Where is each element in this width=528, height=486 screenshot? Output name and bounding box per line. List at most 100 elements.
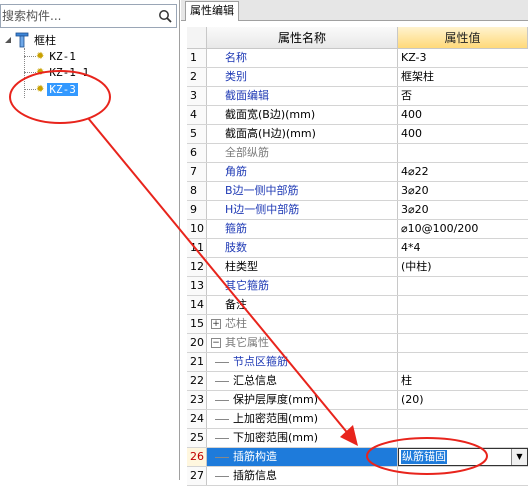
tab-property-edit[interactable]: 属性编辑: [185, 1, 239, 21]
property-name: 柱类型: [207, 258, 398, 276]
property-value[interactable]: [398, 296, 528, 314]
row-number: 27: [187, 467, 207, 485]
collapse-triangle-icon[interactable]: [4, 36, 12, 44]
property-row[interactable]: 13 其它箍筋: [187, 277, 528, 296]
row-number: 6: [187, 144, 207, 162]
row-number: 22: [187, 372, 207, 390]
collapse-icon[interactable]: −: [211, 338, 221, 348]
row-number: 10: [187, 220, 207, 238]
property-value[interactable]: [398, 410, 528, 428]
property-value[interactable]: [398, 353, 528, 371]
property-value[interactable]: [398, 429, 528, 447]
property-value[interactable]: (20): [398, 391, 528, 409]
property-value[interactable]: 否: [398, 87, 528, 105]
property-value[interactable]: 纵筋锚固 ▼: [398, 448, 528, 466]
property-name: + 芯柱: [207, 315, 398, 333]
property-row[interactable]: 23 保护层厚度(mm) (20): [187, 391, 528, 410]
property-value[interactable]: [398, 467, 528, 485]
property-row[interactable]: 8 B边一侧中部筋 3⌀20: [187, 182, 528, 201]
value-dropdown[interactable]: 纵筋锚固 ▼: [398, 448, 528, 466]
header-property-name: 属性名称: [207, 27, 398, 49]
dropdown-arrow-icon[interactable]: ▼: [511, 449, 527, 465]
property-name: 名称: [207, 49, 398, 67]
property-value[interactable]: 400: [398, 125, 528, 143]
value-dropdown-selected: 纵筋锚固: [401, 450, 447, 464]
property-value[interactable]: ⌀10@100/200: [398, 220, 528, 238]
property-row[interactable]: 22 汇总信息 柱: [187, 372, 528, 391]
search-button[interactable]: [154, 5, 176, 27]
property-name-text: 备注: [225, 298, 247, 311]
property-row[interactable]: 12 柱类型 (中柱): [187, 258, 528, 277]
property-name: 截面编辑: [207, 87, 398, 105]
property-name: 截面高(H边)(mm): [207, 125, 398, 143]
property-row[interactable]: 3 截面编辑 否: [187, 87, 528, 106]
property-name: 备注: [207, 296, 398, 314]
property-name: 插筋信息: [207, 467, 398, 485]
row-number: 9: [187, 201, 207, 219]
property-name-text: 插筋构造: [233, 450, 277, 463]
property-value[interactable]: KZ-3: [398, 49, 528, 67]
property-value[interactable]: 400: [398, 106, 528, 124]
property-value[interactable]: [398, 334, 528, 352]
tree-item[interactable]: ✹ KZ-1-1: [36, 64, 91, 80]
property-row[interactable]: 21 节点区箍筋: [187, 353, 528, 372]
property-name-text: 汇总信息: [233, 374, 277, 387]
row-number: 24: [187, 410, 207, 428]
tree-item[interactable]: ✹ KZ-1: [36, 48, 78, 64]
property-name: − 其它属性: [207, 334, 398, 352]
property-row[interactable]: 6 全部纵筋: [187, 144, 528, 163]
property-row[interactable]: 5 截面高(H边)(mm) 400: [187, 125, 528, 144]
property-value[interactable]: 4*4: [398, 239, 528, 257]
expand-icon[interactable]: +: [211, 319, 221, 329]
property-name-text: 其它属性: [225, 336, 269, 349]
property-row[interactable]: 7 角筋 4⌀22: [187, 163, 528, 182]
property-row[interactable]: 24 上加密范围(mm): [187, 410, 528, 429]
tree-item-label: KZ-1-1: [49, 65, 90, 79]
row-number: 21: [187, 353, 207, 371]
property-row[interactable]: 20− 其它属性: [187, 334, 528, 353]
search-box: [0, 4, 177, 28]
property-row[interactable]: 25 下加密范围(mm): [187, 429, 528, 448]
property-name: 插筋构造: [207, 448, 398, 466]
property-value[interactable]: [398, 315, 528, 333]
property-row[interactable]: 27 插筋信息: [187, 467, 528, 486]
row-number: 25: [187, 429, 207, 447]
property-name-text: 下加密范围(mm): [233, 431, 319, 444]
property-row[interactable]: 10 箍筋 ⌀10@100/200: [187, 220, 528, 239]
property-value[interactable]: 柱: [398, 372, 528, 390]
search-input[interactable]: [1, 5, 151, 27]
row-number: 26: [187, 448, 207, 466]
property-row[interactable]: 9 H边一侧中部筋 3⌀20: [187, 201, 528, 220]
row-number: 12: [187, 258, 207, 276]
property-value[interactable]: 3⌀20: [398, 182, 528, 200]
property-value[interactable]: (中柱): [398, 258, 528, 276]
tree-item-selected[interactable]: ✹ KZ-3: [36, 81, 78, 97]
property-name: 汇总信息: [207, 372, 398, 390]
tree-connector: [215, 476, 229, 477]
property-value[interactable]: 3⌀20: [398, 201, 528, 219]
row-number: 14: [187, 296, 207, 314]
property-row[interactable]: 15 + 芯柱: [187, 315, 528, 334]
property-name-text: 节点区箍筋: [233, 355, 288, 368]
property-name-text: 全部纵筋: [225, 146, 269, 159]
property-row[interactable]: 14 备注: [187, 296, 528, 315]
property-row[interactable]: 2 类别 框架柱: [187, 68, 528, 87]
property-name: H边一侧中部筋: [207, 201, 398, 219]
property-row-active[interactable]: 26 插筋构造 纵筋锚固 ▼: [187, 448, 528, 467]
tree-connector: [215, 457, 229, 458]
tree-connector: [215, 400, 229, 401]
property-value[interactable]: 框架柱: [398, 68, 528, 86]
property-row[interactable]: 1 名称 KZ-3: [187, 49, 528, 68]
tree-root-node[interactable]: 框柱: [4, 32, 58, 48]
property-row[interactable]: 4 截面宽(B边)(mm) 400: [187, 106, 528, 125]
tree-item-label: KZ-1: [49, 49, 76, 63]
property-name-text: 角筋: [225, 165, 247, 178]
property-value[interactable]: [398, 144, 528, 162]
tab-bar: 属性编辑: [181, 0, 528, 21]
row-number: 4: [187, 106, 207, 124]
property-value[interactable]: 4⌀22: [398, 163, 528, 181]
property-name: 保护层厚度(mm): [207, 391, 398, 409]
gear-icon: ✹: [36, 83, 45, 95]
property-row[interactable]: 11 肢数 4*4: [187, 239, 528, 258]
property-value[interactable]: [398, 277, 528, 295]
